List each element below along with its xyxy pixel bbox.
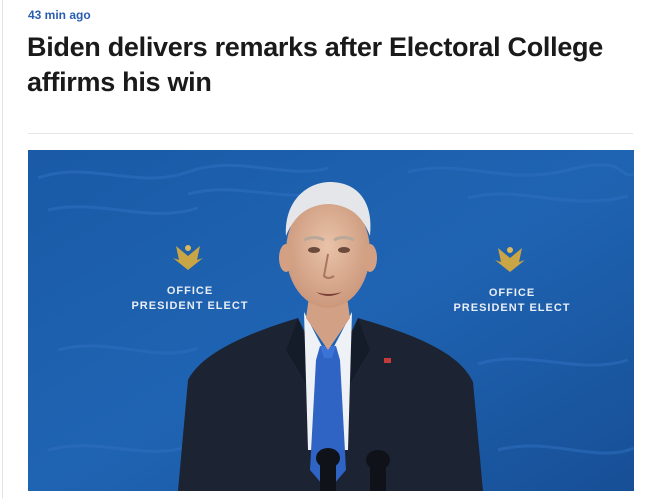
backdrop-caption-right-line2: PRESIDENT ELECT	[453, 302, 571, 314]
backdrop-caption-right: OFFICE PRESIDENT ELECT	[432, 286, 592, 316]
article-photo-illustration	[28, 150, 634, 491]
headline-divider	[28, 133, 633, 134]
article-timestamp: 43 min ago	[28, 8, 91, 22]
backdrop-caption-left: OFFICE PRESIDENT ELECT	[110, 284, 270, 314]
backdrop-caption-left-line1: OFFICE	[166, 285, 214, 297]
backdrop-caption-right-line1: OFFICE	[488, 287, 536, 299]
article-photo[interactable]: OFFICE PRESIDENT ELECT OFFICE PRESIDENT …	[28, 150, 634, 491]
article-headline[interactable]: Biden delivers remarks after Electoral C…	[27, 30, 627, 100]
backdrop-caption-left-line2: PRESIDENT ELECT	[131, 300, 249, 312]
left-border	[2, 0, 3, 498]
